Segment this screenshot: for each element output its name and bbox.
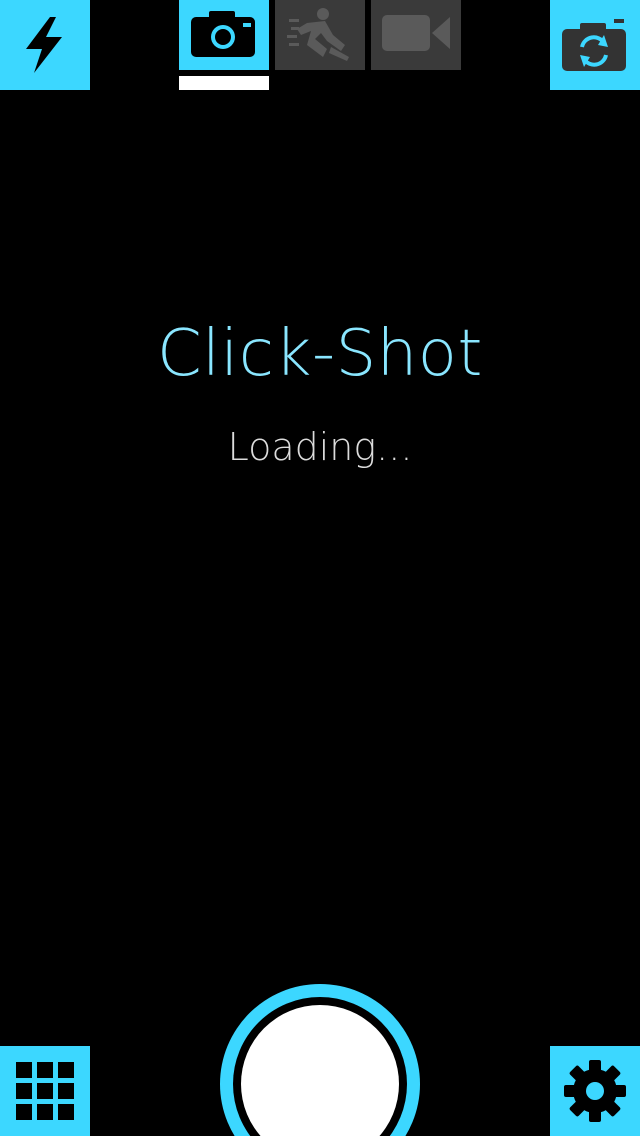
flash-button[interactable] [0,0,90,90]
app-title: Click-Shot [156,317,484,391]
grid-icon [14,1060,76,1122]
loading-text: Loading... [227,425,413,469]
lightning-bolt-icon [20,15,70,75]
running-person-icon [287,5,353,65]
camera-switch-icon [560,17,630,73]
mode-tabs [179,0,461,70]
camera-icon [189,7,259,63]
settings-button[interactable] [550,1046,640,1136]
tab-burst[interactable] [275,0,365,70]
shutter-button[interactable] [220,984,420,1136]
switch-camera-button[interactable] [550,0,640,90]
tab-video[interactable] [371,0,461,70]
tab-photo[interactable] [179,0,269,70]
active-tab-indicator [179,76,269,90]
video-camera-icon [380,11,452,59]
camera-screen: Click-Shot Loading... [0,0,640,1136]
gallery-button[interactable] [0,1046,90,1136]
gear-icon [562,1058,628,1124]
